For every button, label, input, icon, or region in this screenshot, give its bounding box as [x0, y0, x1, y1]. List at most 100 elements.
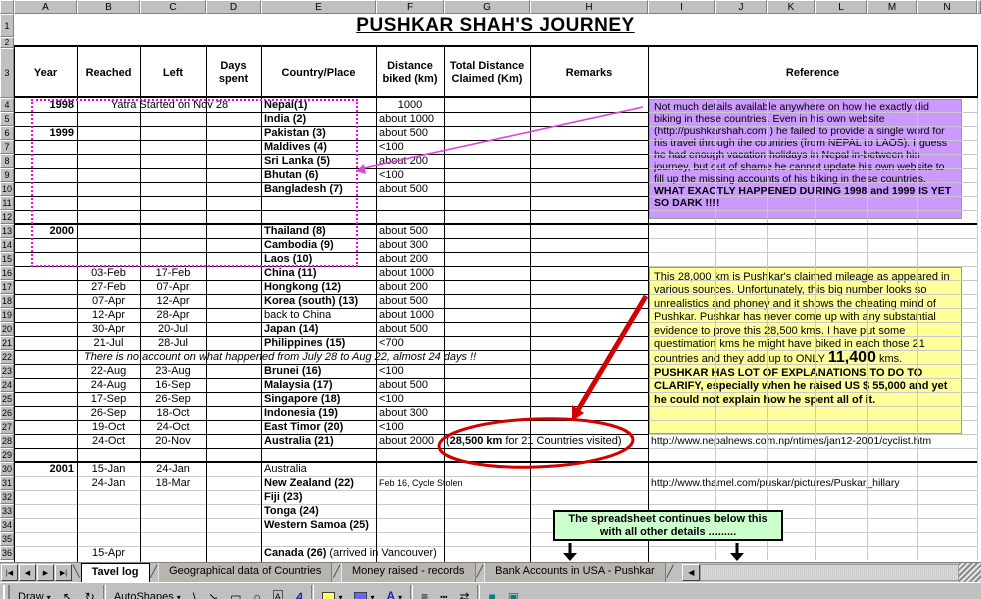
tab-travel-log[interactable]: Tavel log	[81, 563, 150, 582]
window-resize-grip[interactable]	[959, 563, 981, 582]
cell-reached-23[interactable]: 22-Aug	[78, 364, 139, 378]
draw-line-button[interactable]: \	[187, 584, 202, 599]
row-header-25[interactable]: 25	[0, 392, 14, 406]
cell-left-30[interactable]: 24-Jan	[141, 462, 205, 476]
row-header-26[interactable]: 26	[0, 406, 14, 420]
cell-left-31[interactable]: 18-Mar	[141, 476, 205, 490]
cell-left-23[interactable]: 23-Aug	[141, 364, 205, 378]
cell-reached-18[interactable]: 07-Apr	[78, 294, 139, 308]
draw-oval-button[interactable]: ○	[248, 584, 267, 599]
wordart-button[interactable]: A	[289, 584, 310, 599]
claimed-total-cell[interactable]: (28,500 km for 21 Countries visited)	[446, 434, 622, 448]
cell-country-16[interactable]: China (11)	[264, 266, 317, 280]
row-header-31[interactable]: 31	[0, 476, 14, 490]
cell-left-24[interactable]: 16-Sep	[141, 378, 205, 392]
cell-left-18[interactable]: 12-Apr	[141, 294, 205, 308]
cell-country-18[interactable]: Korea (south) (13)	[264, 294, 358, 308]
cell-distance-17[interactable]: about 200	[379, 280, 443, 294]
line-color-button[interactable]: ▾	[348, 584, 380, 599]
cell-left-19[interactable]: 28-Apr	[141, 308, 205, 322]
cell-country-23[interactable]: Brunei (16)	[264, 364, 321, 378]
cell-remark-31[interactable]: Feb 16, Cycle Stolen	[379, 476, 463, 490]
cell-country-24[interactable]: Malaysia (17)	[264, 378, 332, 392]
row-header-28[interactable]: 28	[0, 434, 14, 448]
column-header-B[interactable]: B	[77, 0, 140, 14]
reference-link-thamel[interactable]: http://www.thamel.com/puskar/pictures/Pu…	[651, 476, 900, 490]
column-header-A[interactable]: A	[14, 0, 77, 14]
cell-distance-5[interactable]: about 1000	[379, 112, 443, 126]
dash-style-button[interactable]: ┅	[434, 584, 453, 599]
cell-reached-26[interactable]: 26-Sep	[78, 406, 139, 420]
arrow-style-button[interactable]: ⇄	[453, 584, 475, 599]
cell-distance-7[interactable]: <100	[379, 140, 443, 154]
cell-reached-25[interactable]: 17-Sep	[78, 392, 139, 406]
row-header-4[interactable]: 4	[0, 98, 14, 112]
row-header-1[interactable]: 1	[0, 14, 14, 37]
cell-reached-27[interactable]: 19-Oct	[78, 420, 139, 434]
cell-distance-4[interactable]: 1000	[377, 98, 443, 112]
column-header-C[interactable]: C	[140, 0, 206, 14]
row-header-12[interactable]: 12	[0, 210, 14, 224]
cell-distance-28[interactable]: about 2000	[379, 434, 443, 448]
cell-country-21[interactable]: Philippines (15)	[264, 336, 345, 350]
cell-country-31[interactable]: New Zealand (22)	[264, 476, 354, 490]
cell-distance-24[interactable]: about 500	[379, 378, 443, 392]
cell-distance-14[interactable]: about 300	[379, 238, 443, 252]
row-header-9[interactable]: 9	[0, 168, 14, 182]
row-header-32[interactable]: 32	[0, 490, 14, 504]
autoshapes-menu-button[interactable]: AutoShapes▾	[108, 584, 187, 599]
cell-country-34[interactable]: Western Samoa (25)	[264, 518, 369, 532]
select-all-corner[interactable]	[0, 0, 14, 14]
next-sheet-button[interactable]: ▶	[37, 564, 54, 581]
row-header-22[interactable]: 22	[0, 350, 14, 364]
draw-menu-button[interactable]: Draw▾	[12, 584, 57, 599]
cell-country-20[interactable]: Japan (14)	[264, 322, 318, 336]
row-header-30[interactable]: 30	[0, 462, 14, 476]
cell-left-27[interactable]: 24-Oct	[141, 420, 205, 434]
cell-country-26[interactable]: Indonesia (19)	[264, 406, 338, 420]
select-objects-button[interactable]: ↖	[57, 584, 79, 599]
column-header-M[interactable]: M	[867, 0, 917, 14]
column-header-G[interactable]: G	[444, 0, 530, 14]
shadow-button[interactable]: ■	[482, 584, 501, 599]
tab-bank-accounts[interactable]: Bank Accounts in USA - Pushkar	[484, 563, 666, 582]
row-header-16[interactable]: 16	[0, 266, 14, 280]
cell-distance-13[interactable]: about 500	[379, 224, 443, 238]
cell-distance-6[interactable]: about 500	[379, 126, 443, 140]
cell-left-28[interactable]: 20-Nov	[141, 434, 205, 448]
cell-left-26[interactable]: 18-Oct	[141, 406, 205, 420]
threed-button[interactable]: ▣	[502, 584, 525, 599]
cell-country-25[interactable]: Singapore (18)	[264, 392, 340, 406]
row-header-23[interactable]: 23	[0, 364, 14, 378]
cell-country-17[interactable]: Hongkong (12)	[264, 280, 341, 294]
row-header-10[interactable]: 10	[0, 182, 14, 196]
cell-distance-26[interactable]: about 300	[379, 406, 443, 420]
column-header-I[interactable]: I	[648, 0, 715, 14]
column-header-H[interactable]: H	[530, 0, 648, 14]
row-header-19[interactable]: 19	[0, 308, 14, 322]
row-header-13[interactable]: 13	[0, 224, 14, 238]
column-header-K[interactable]: K	[767, 0, 815, 14]
column-header-L[interactable]: L	[815, 0, 867, 14]
reference-link-nepalnews[interactable]: http://www.nepalnews.com.np/ntimes/jan12…	[651, 434, 931, 448]
cell-reached-17[interactable]: 27-Feb	[78, 280, 139, 294]
cell-reached-36[interactable]: 15-Apr	[78, 546, 139, 560]
column-header-N[interactable]: N	[917, 0, 977, 14]
cell-distance-25[interactable]: <100	[379, 392, 443, 406]
toolbar-grip[interactable]	[3, 585, 10, 599]
cell-reached-20[interactable]: 30-Apr	[78, 322, 139, 336]
cell-distance-8[interactable]: about 200	[379, 154, 443, 168]
column-header-partial[interactable]	[977, 0, 981, 14]
cell-left-16[interactable]: 17-Feb	[141, 266, 205, 280]
row-header-34[interactable]: 34	[0, 518, 14, 532]
row-header-21[interactable]: 21	[0, 336, 14, 350]
hscroll-left-button[interactable]: ◀	[682, 564, 700, 581]
cell-country-36[interactable]: Canada (26) (arrived in Vancouver)	[264, 546, 437, 560]
cell-reached-16[interactable]: 03-Feb	[78, 266, 139, 280]
row-header-17[interactable]: 17	[0, 280, 14, 294]
free-rotate-button[interactable]: ↻	[79, 584, 101, 599]
cell-distance-10[interactable]: about 500	[379, 182, 443, 196]
cell-distance-18[interactable]: about 500	[379, 294, 443, 308]
row-header-6[interactable]: 6	[0, 126, 14, 140]
cell-distance-20[interactable]: about 500	[379, 322, 443, 336]
